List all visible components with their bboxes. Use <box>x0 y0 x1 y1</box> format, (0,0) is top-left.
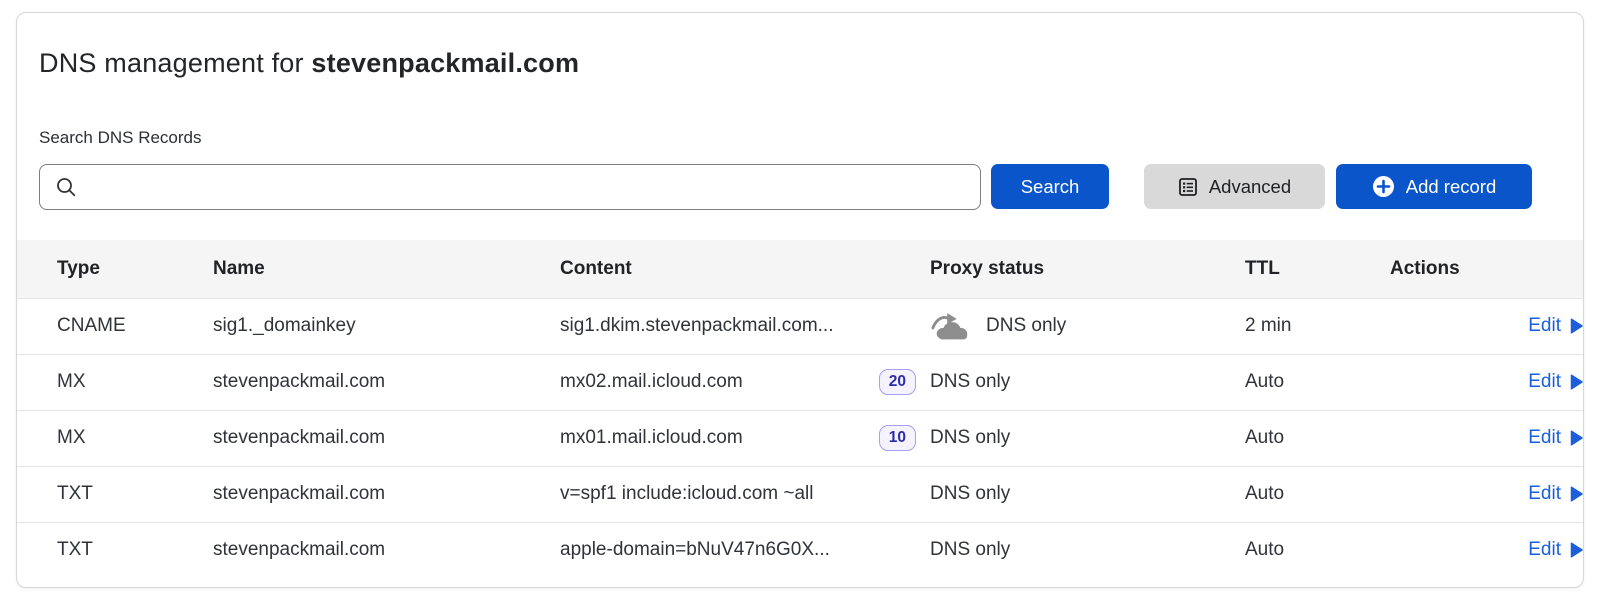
column-header-ttl: TTL <box>1245 240 1390 298</box>
column-header-name: Name <box>213 240 560 298</box>
record-content: v=spf1 include:icloud.com ~all <box>560 483 813 505</box>
table-row: TXT stevenpackmail.com v=spf1 include:ic… <box>17 466 1583 522</box>
record-name: stevenpackmail.com <box>213 522 560 578</box>
dns-records-table: Type Name Content Proxy status TTL Actio… <box>17 240 1583 578</box>
column-header-actions: Actions <box>1390 240 1583 298</box>
dns-only-cloud-icon <box>930 311 972 341</box>
record-content: mx02.mail.icloud.com <box>560 371 743 393</box>
search-icon <box>55 176 77 198</box>
proxy-status-value: DNS only <box>930 371 1010 393</box>
record-ttl: Auto <box>1245 410 1390 466</box>
record-type: TXT <box>17 522 213 578</box>
record-ttl: Auto <box>1245 354 1390 410</box>
table-row: CNAME sig1._domainkey sig1.dkim.stevenpa… <box>17 298 1583 354</box>
edit-link-label: Edit <box>1528 315 1561 337</box>
form-list-icon <box>1178 177 1198 197</box>
advanced-button-label: Advanced <box>1209 176 1291 198</box>
edit-link-label: Edit <box>1528 539 1561 561</box>
triangle-right-icon <box>1570 542 1583 558</box>
search-input[interactable] <box>39 164 981 210</box>
edit-link-label: Edit <box>1528 371 1561 393</box>
edit-record-link[interactable]: Edit <box>1528 427 1583 449</box>
edit-link-label: Edit <box>1528 483 1561 505</box>
triangle-right-icon <box>1570 374 1583 390</box>
record-ttl: Auto <box>1245 466 1390 522</box>
table-header-row: Type Name Content Proxy status TTL Actio… <box>17 240 1583 298</box>
triangle-right-icon <box>1570 486 1583 502</box>
proxy-status-value: DNS only <box>986 315 1066 337</box>
record-name: stevenpackmail.com <box>213 410 560 466</box>
triangle-right-icon <box>1570 430 1583 446</box>
mx-priority-badge: 20 <box>879 369 916 395</box>
edit-link-label: Edit <box>1528 427 1561 449</box>
proxy-status-value: DNS only <box>930 483 1010 505</box>
page-title-domain: stevenpackmail.com <box>311 48 579 78</box>
record-name: stevenpackmail.com <box>213 466 560 522</box>
search-box <box>39 164 981 210</box>
table-row: MX stevenpackmail.com mx01.mail.icloud.c… <box>17 410 1583 466</box>
record-type: CNAME <box>17 298 213 354</box>
record-content: mx01.mail.icloud.com <box>560 427 743 449</box>
search-controls-row: Search Advanced <box>39 163 1532 210</box>
record-content: sig1.dkim.stevenpackmail.com... <box>560 315 834 337</box>
add-record-button[interactable]: Add record <box>1336 164 1532 209</box>
record-type: MX <box>17 410 213 466</box>
dns-management-card: DNS management for stevenpackmail.com Se… <box>16 12 1584 588</box>
search-dns-records-label: Search DNS Records <box>39 127 1561 149</box>
record-type: TXT <box>17 466 213 522</box>
page-title: DNS management for stevenpackmail.com <box>39 45 1561 81</box>
proxy-status-value: DNS only <box>930 539 1010 561</box>
record-ttl: Auto <box>1245 522 1390 578</box>
record-name: stevenpackmail.com <box>213 354 560 410</box>
column-header-content: Content <box>560 240 930 298</box>
record-type: MX <box>17 354 213 410</box>
mx-priority-badge: 10 <box>879 425 916 451</box>
record-ttl: 2 min <box>1245 298 1390 354</box>
plus-circle-icon <box>1372 175 1395 198</box>
edit-record-link[interactable]: Edit <box>1528 483 1583 505</box>
edit-record-link[interactable]: Edit <box>1528 371 1583 393</box>
table-row: MX stevenpackmail.com mx02.mail.icloud.c… <box>17 354 1583 410</box>
search-button[interactable]: Search <box>991 164 1109 209</box>
table-row: TXT stevenpackmail.com apple-domain=bNuV… <box>17 522 1583 578</box>
page-title-prefix: DNS management for <box>39 48 311 78</box>
add-record-button-label: Add record <box>1406 176 1497 198</box>
column-header-proxy-status: Proxy status <box>930 240 1245 298</box>
edit-record-link[interactable]: Edit <box>1528 539 1583 561</box>
edit-record-link[interactable]: Edit <box>1528 315 1583 337</box>
triangle-right-icon <box>1570 318 1583 334</box>
advanced-button[interactable]: Advanced <box>1144 164 1325 209</box>
record-name: sig1._domainkey <box>213 298 560 354</box>
proxy-status-value: DNS only <box>930 427 1010 449</box>
column-header-type: Type <box>17 240 213 298</box>
record-content: apple-domain=bNuV47n6G0X... <box>560 539 830 561</box>
